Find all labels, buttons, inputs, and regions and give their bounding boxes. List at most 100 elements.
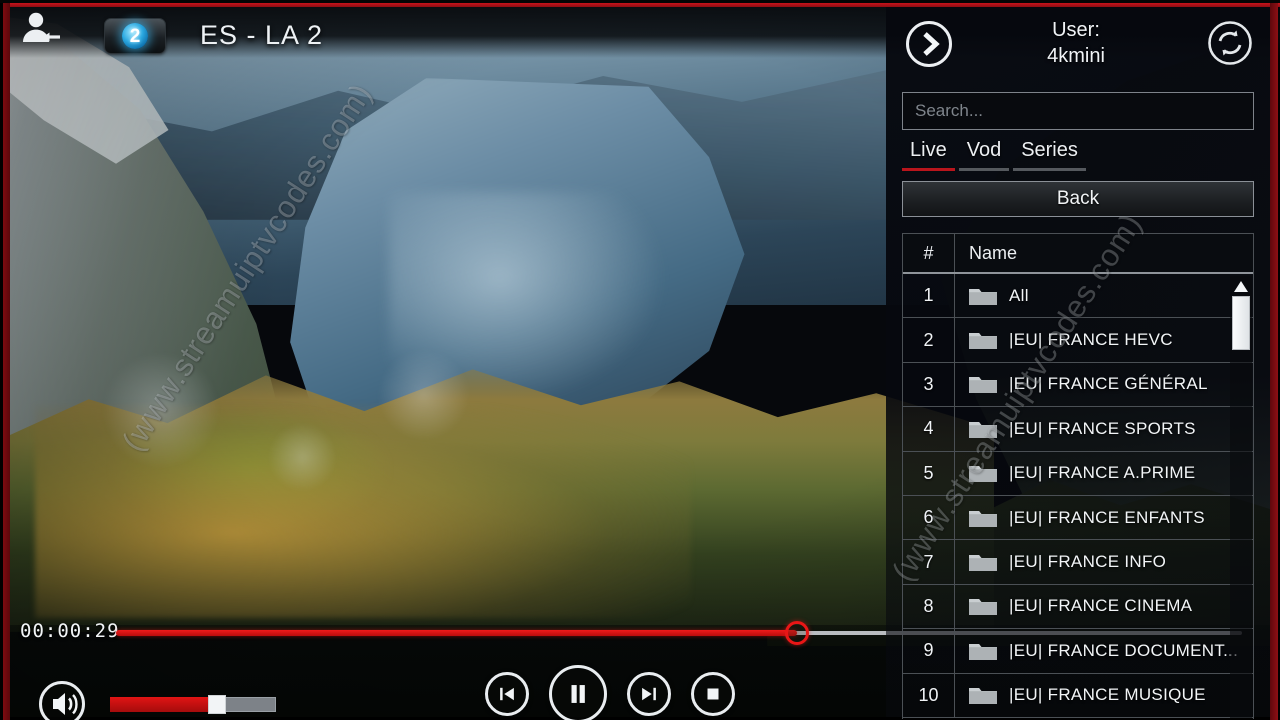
tab-live-label: Live (910, 139, 947, 161)
list-item-label: |EU| FRANCE GÉNÉRAL (1009, 374, 1208, 394)
list-item-name-cell: |EU| FRANCE INFO (955, 540, 1253, 583)
playback-timecode: 00:00:29 (20, 620, 120, 642)
next-button[interactable] (627, 672, 671, 716)
list-item-name-cell: |EU| FRANCE A.PRIME (955, 452, 1253, 495)
scrollbar-thumb[interactable] (1232, 296, 1250, 350)
list-item-label: |EU| FRANCE HEVC (1009, 330, 1173, 350)
window-edge-left (0, 0, 3, 720)
list-item-number: 10 (903, 673, 955, 717)
list-item-label: |EU| FRANCE MUSIQUE (1009, 685, 1206, 705)
volume-icon[interactable] (38, 680, 86, 720)
volume-level (110, 697, 208, 712)
tab-live-underline (902, 168, 955, 171)
list-item-label: |EU| FRANCE CINEMA (1009, 596, 1193, 616)
window-frame-left (3, 3, 10, 720)
list-item-number: 6 (903, 495, 955, 540)
list-item-number: 3 (903, 362, 955, 407)
stop-button[interactable] (691, 672, 735, 716)
list-item-label: |EU| FRANCE ENFANTS (1009, 507, 1205, 527)
previous-button[interactable] (485, 672, 529, 716)
list-scrollbar[interactable] (1230, 276, 1252, 718)
user-logout-icon[interactable] (18, 8, 62, 52)
user-info: User: 4kmini (970, 17, 1182, 70)
list-item[interactable]: 6 |EU| FRANCE ENFANTS (903, 495, 1253, 541)
user-label: User: (1052, 19, 1100, 41)
folder-icon (968, 329, 998, 351)
list-item-name-cell: All (955, 274, 1253, 317)
list-item-number: 9 (903, 629, 955, 673)
list-item-number: 2 (903, 318, 955, 362)
list-rows: 1 All 2 |EU| FRANCE HEVC 3 |EU| FRANCE GÉNÉRA… (903, 274, 1253, 718)
list-item-name-cell: |EU| FRANCE ENFANTS (955, 496, 1253, 539)
list-item[interactable]: 2 |EU| FRANCE HEVC (903, 318, 1253, 363)
folder-icon (968, 507, 998, 529)
folder-icon (968, 418, 998, 440)
list-item-name-cell: |EU| FRANCE GÉNÉRAL (955, 363, 1253, 406)
channel-browser-panel: User: 4kmini Live Vod (886, 7, 1270, 719)
list-item-label: |EU| FRANCE SPORTS (1009, 418, 1196, 438)
list-item-number: 4 (903, 407, 955, 451)
folder-icon (968, 373, 998, 395)
content-type-tabs: Live Vod Series (900, 139, 1256, 171)
list-item-label: |EU| FRANCE DOCUMENT... (1009, 640, 1239, 660)
folder-icon (968, 595, 998, 617)
tab-series-underline (1013, 168, 1086, 171)
folder-icon (968, 462, 998, 484)
list-item[interactable]: 5 |EU| FRANCE A.PRIME (903, 451, 1253, 496)
folder-icon (968, 684, 998, 706)
list-item-name-cell: |EU| FRANCE CINEMA (955, 585, 1253, 628)
list-item[interactable]: 9 |EU| FRANCE DOCUMENT... (903, 629, 1253, 674)
list-item[interactable]: 10 |EU| FRANCE MUSIQUE (903, 673, 1253, 718)
chevron-right-circle-icon[interactable] (904, 19, 954, 69)
tab-vod-underline (958, 168, 1010, 171)
list-item-name-cell: |EU| FRANCE DOCUMENT... (955, 629, 1253, 672)
list-item-name-cell: |EU| FRANCE HEVC (955, 318, 1253, 361)
tab-series[interactable]: Series (1011, 139, 1088, 171)
channel-logo-orb: 2 (122, 23, 148, 49)
list-item[interactable]: 1 All (903, 274, 1253, 319)
volume-slider[interactable] (110, 694, 276, 714)
list-item[interactable]: 3 |EU| FRANCE GÉNÉRAL (903, 362, 1253, 408)
search-input-wrapper[interactable] (902, 92, 1254, 130)
seek-progress (116, 630, 798, 636)
list-item-number: 7 (903, 540, 955, 584)
list-item-label: All (1009, 285, 1029, 305)
list-item-label: |EU| FRANCE INFO (1009, 552, 1167, 572)
list-header: # Name (903, 234, 1253, 274)
tab-vod[interactable]: Vod (957, 139, 1011, 171)
list-item-number: 1 (903, 274, 955, 318)
channel-title: ES - LA 2 (200, 20, 324, 50)
list-item[interactable]: 4 |EU| FRANCE SPORTS (903, 407, 1253, 452)
user-name: 4kmini (1047, 45, 1105, 68)
list-item[interactable]: 7 |EU| FRANCE INFO (903, 540, 1253, 585)
column-header-name: Name (969, 242, 1018, 263)
tab-live[interactable]: Live (900, 139, 957, 171)
pause-button[interactable] (549, 665, 607, 720)
column-header-number: # (903, 234, 955, 272)
playback-controls (485, 665, 785, 720)
list-item-name-cell: |EU| FRANCE SPORTS (955, 407, 1253, 450)
list-item-label: |EU| FRANCE A.PRIME (1009, 463, 1196, 483)
list-item-number: 8 (903, 584, 955, 629)
window-frame-right (1270, 3, 1278, 720)
iptv-player-window: (www.streamuiptvcodes.com) 2 ES - LA 2 0… (0, 0, 1280, 720)
panel-header: User: 4kmini (886, 7, 1270, 81)
scroll-up-arrow-icon[interactable] (1233, 280, 1249, 292)
list-item[interactable]: 8 |EU| FRANCE CINEMA (903, 584, 1253, 630)
refresh-circle-icon[interactable] (1206, 19, 1254, 67)
channel-logo-badge: 2 (104, 18, 166, 54)
folder-icon (968, 285, 998, 307)
category-list: # Name 1 All 2 |EU| FRANCE HEVC 3 |EU| FRANCE… (902, 233, 1254, 719)
channel-logo-number: 2 (129, 25, 141, 47)
folder-icon (968, 551, 998, 573)
folder-icon (968, 640, 998, 662)
list-item-name-cell: |EU| FRANCE MUSIQUE (955, 674, 1253, 717)
window-edge-top (0, 0, 1280, 3)
tab-vod-label: Vod (966, 139, 1002, 161)
window-frame-top (0, 3, 1280, 7)
volume-handle[interactable] (207, 695, 226, 714)
tab-series-label: Series (1021, 139, 1078, 161)
back-button[interactable]: Back (902, 181, 1254, 217)
search-input[interactable] (915, 101, 1241, 121)
list-item-number: 5 (903, 451, 955, 495)
